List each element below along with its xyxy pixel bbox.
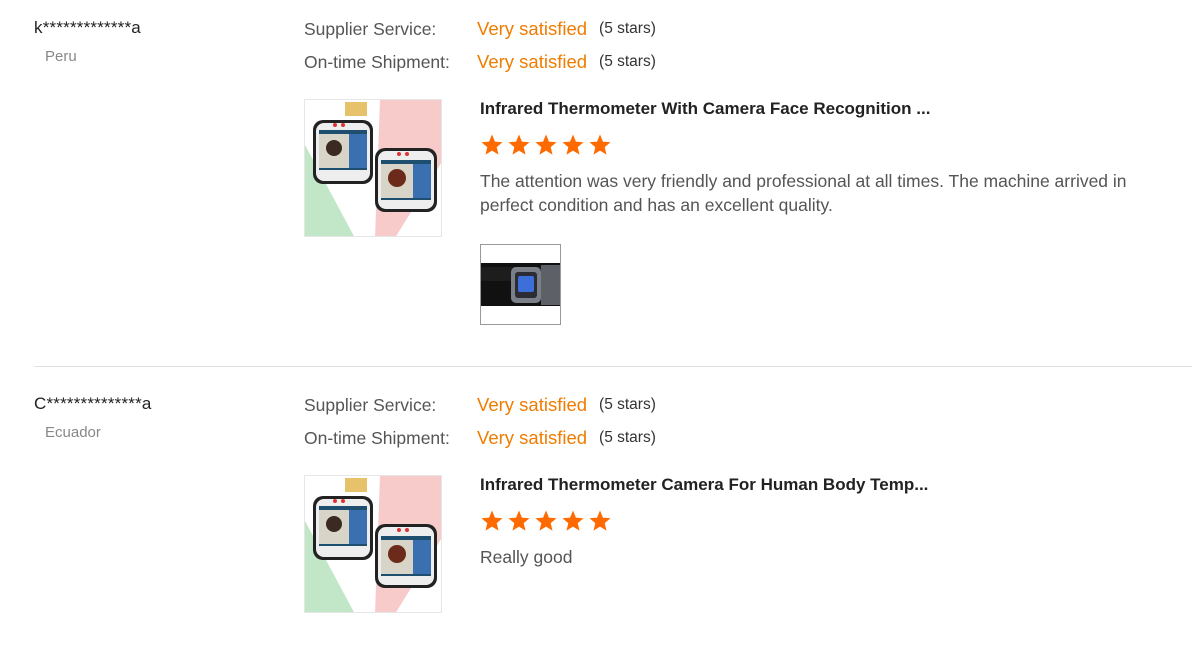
customer-photo-thumbnail[interactable] xyxy=(480,244,561,325)
customer-photo xyxy=(481,245,560,324)
product-image[interactable] xyxy=(304,99,442,237)
product-image[interactable] xyxy=(304,475,442,613)
rating-label: Supplier Service: xyxy=(304,18,437,39)
rating-label: Supplier Service: xyxy=(304,394,437,415)
thermometer-camera-product-image xyxy=(305,476,441,612)
rating-value: Very satisfied xyxy=(477,51,588,72)
review-item: k*************a Peru Supplier Service: V… xyxy=(0,0,1192,366)
buyer-name: k*************a xyxy=(34,18,141,37)
review-text: The attention was very friendly and prof… xyxy=(480,171,1127,215)
star-icon xyxy=(562,510,584,531)
review-divider xyxy=(34,366,1192,367)
rating-stars-text: (5 stars) xyxy=(599,20,656,37)
buyer-country: Ecuador xyxy=(45,424,101,441)
rating-value: Very satisfied xyxy=(477,427,588,448)
supplier-service-rating: Supplier Service: Very satisfied (5 star… xyxy=(304,393,656,417)
star-icon xyxy=(508,510,530,531)
buyer-name: C**************a xyxy=(34,394,152,413)
star-icon xyxy=(481,510,503,531)
supplier-service-rating: Supplier Service: Very satisfied (5 star… xyxy=(304,17,656,41)
star-icon xyxy=(589,510,611,531)
rating-label: On-time Shipment: xyxy=(304,51,450,72)
shipment-rating: On-time Shipment: Very satisfied (5 star… xyxy=(304,426,656,450)
shipment-rating: On-time Shipment: Very satisfied (5 star… xyxy=(304,50,656,74)
star-icon xyxy=(562,134,584,155)
rating-stars-text: (5 stars) xyxy=(599,53,656,70)
rating-stars-text: (5 stars) xyxy=(599,396,656,413)
thermometer-camera-product-image xyxy=(305,100,441,236)
rating-value: Very satisfied xyxy=(477,18,588,39)
star-icon xyxy=(508,134,530,155)
star-icon xyxy=(535,510,557,531)
product-title[interactable]: Infrared Thermometer With Camera Face Re… xyxy=(480,99,930,119)
star-icon xyxy=(589,134,611,155)
rating-stars-text: (5 stars) xyxy=(599,429,656,446)
rating-value: Very satisfied xyxy=(477,394,588,415)
buyer-country: Peru xyxy=(45,48,77,65)
review-star-rating xyxy=(480,133,612,157)
rating-label: On-time Shipment: xyxy=(304,427,450,448)
review-item: C**************a Ecuador Supplier Servic… xyxy=(0,376,1192,652)
review-text: Really good xyxy=(480,547,573,567)
product-title[interactable]: Infrared Thermometer Camera For Human Bo… xyxy=(480,475,928,495)
review-star-rating xyxy=(480,509,612,533)
star-icon xyxy=(535,134,557,155)
star-icon xyxy=(481,134,503,155)
